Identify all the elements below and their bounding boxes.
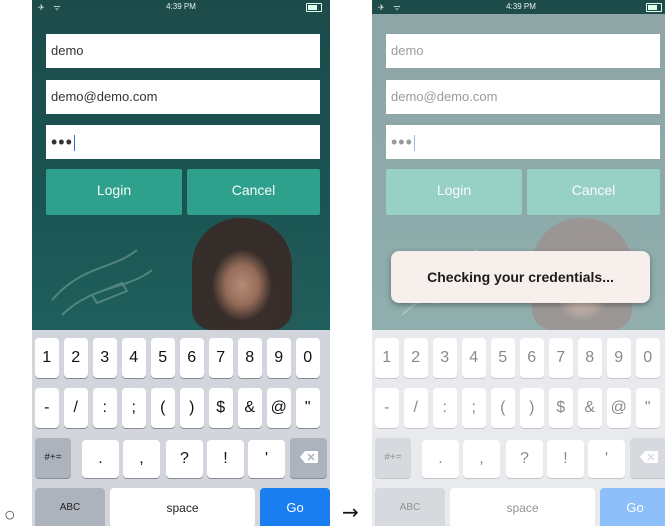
list-bullet: ○: [5, 508, 15, 521]
key-symbol-5[interactable]: ): [180, 388, 204, 428]
key-8[interactable]: 9: [267, 338, 291, 378]
key-4[interactable]: 5: [151, 338, 175, 378]
key-punct-2[interactable]: ?: [166, 440, 203, 478]
key-3[interactable]: 4: [122, 338, 146, 378]
key-symbol-4[interactable]: (: [151, 388, 175, 428]
key-symbol-7[interactable]: &: [238, 388, 262, 428]
key-7[interactable]: 8: [238, 338, 262, 378]
space-key[interactable]: space: [110, 488, 255, 526]
key-symbol-0[interactable]: -: [35, 388, 59, 428]
backspace-icon: [299, 451, 318, 464]
key-5[interactable]: 6: [180, 338, 204, 378]
key-6[interactable]: 7: [209, 338, 233, 378]
email-field[interactable]: demo@demo.com: [46, 80, 320, 114]
person-photo: [192, 218, 292, 330]
key-symbol-8[interactable]: @: [267, 388, 291, 428]
abc-key[interactable]: ABC: [35, 488, 105, 526]
username-field[interactable]: demo: [46, 34, 320, 68]
status-time: 4:39 PM: [506, 2, 536, 11]
key-9[interactable]: 0: [296, 338, 320, 378]
key-punct-1[interactable]: ,: [123, 440, 160, 478]
key-punct-0[interactable]: .: [82, 440, 119, 478]
key-1[interactable]: 2: [64, 338, 88, 378]
symbols-toggle-key[interactable]: #+=: [35, 438, 71, 478]
delete-key[interactable]: [290, 438, 327, 478]
text-caret: [73, 135, 75, 151]
status-time: 4:39 PM: [166, 2, 196, 11]
key-symbol-2[interactable]: :: [93, 388, 117, 428]
key-2[interactable]: 3: [93, 338, 117, 378]
numeric-keyboard: 1 -2 /3:4;5 (6)7 $8 &9 @0 " #+=.,?!' ABCspaceGo: [32, 330, 330, 526]
key-symbol-9[interactable]: ": [296, 388, 320, 428]
key-symbol-6[interactable]: $: [209, 388, 233, 428]
password-field[interactable]: •••: [46, 125, 320, 159]
key-punct-4[interactable]: ': [248, 440, 285, 478]
go-key[interactable]: Go: [260, 488, 330, 526]
transition-arrow: →: [342, 500, 359, 524]
status-bar: ✈ ᯤ 4:39 PM: [372, 0, 665, 14]
status-bar: ✈ ᯤ 4:39 PM: [32, 0, 330, 14]
cancel-button[interactable]: Cancel: [187, 169, 320, 215]
login-button[interactable]: Login: [46, 169, 182, 215]
phone-screen-login: ✈ ᯤ 4:39 PM demo demo@demo.com ••• Login…: [32, 0, 330, 526]
key-punct-3[interactable]: !: [207, 440, 244, 478]
key-symbol-1[interactable]: /: [64, 388, 88, 428]
key-0[interactable]: 1: [35, 338, 59, 378]
loading-toast: Checking your credentials...: [391, 251, 650, 303]
battery-icon: [646, 3, 662, 12]
battery-icon: [306, 3, 322, 12]
phone-screen-checking: ✈ ᯤ 4:39 PM demo demo@demo.com ••• Login…: [372, 0, 665, 526]
key-symbol-3[interactable]: ;: [122, 388, 146, 428]
